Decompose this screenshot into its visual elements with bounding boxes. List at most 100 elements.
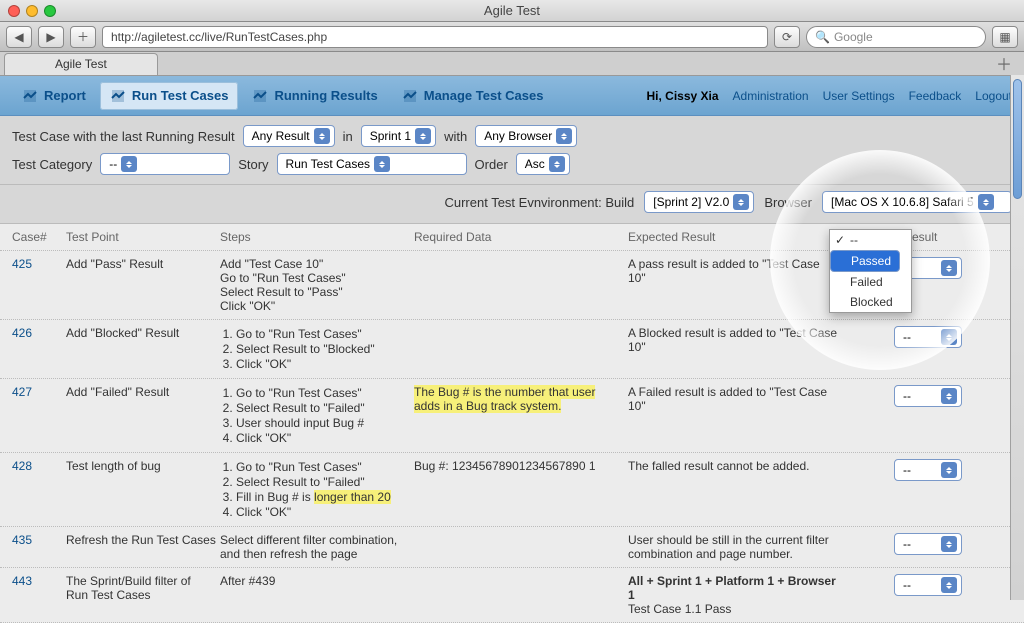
table-row: 435 Refresh the Run Test Cases Select diff… (0, 527, 1024, 568)
close-window-icon[interactable] (8, 5, 20, 17)
actual-result-select[interactable]: -- (894, 459, 962, 481)
actual-result-cell: -- (842, 533, 962, 555)
zoom-window-icon[interactable] (44, 5, 56, 17)
forward-button[interactable]: ▶ (38, 26, 64, 48)
test-point: Refresh the Run Test Cases (66, 533, 216, 547)
case-link[interactable]: 427 (12, 385, 62, 399)
welcome-text: Hi, Cissy Xia (646, 89, 718, 103)
col-required: Required Data (414, 230, 624, 244)
address-bar[interactable]: http://agiletest.cc/live/RunTestCases.ph… (102, 26, 768, 48)
case-link[interactable]: 426 (12, 326, 62, 340)
window-title: Agile Test (484, 3, 540, 18)
dropdown-option[interactable]: -- (830, 230, 911, 250)
browser-toolbar: ◀ ▶ ＋ http://agiletest.cc/live/RunTestCa… (0, 22, 1024, 52)
filter-label: Test Case with the last Running Result (12, 129, 235, 144)
result-filter-select[interactable]: Any Result (243, 125, 335, 147)
app-nav: ReportRun Test CasesRunning ResultsManag… (0, 76, 1024, 116)
chevron-updown-icon (374, 156, 390, 172)
test-point: Add "Pass" Result (66, 257, 216, 271)
steps-cell: Go to "Run Test Cases"Select Result to "… (220, 385, 410, 446)
dropdown-option[interactable]: Passed (830, 250, 900, 272)
actual-result-cell: -- (842, 385, 962, 407)
table-row: 428Test length of bugGo to "Run Test Cas… (0, 453, 1024, 527)
actual-result-select[interactable]: -- (894, 574, 962, 596)
actual-result-select[interactable]: -- (894, 385, 962, 407)
nav-manage-test-cases[interactable]: Manage Test Cases (392, 82, 554, 110)
sprint-filter-select[interactable]: Sprint 1 (361, 125, 436, 147)
env-browser-select[interactable]: [Mac OS X 10.6.8] Safari 5 (822, 191, 1012, 213)
add-bookmark-button[interactable]: ＋ (70, 26, 96, 48)
category-filter-select[interactable]: -- (100, 153, 230, 175)
browser-tab[interactable]: Agile Test (4, 53, 158, 75)
expected-cell: The falled result cannot be added. (628, 459, 838, 473)
browser-tabbar: Agile Test ＋ (0, 52, 1024, 76)
chevron-updown-icon (121, 156, 137, 172)
back-button[interactable]: ◀ (6, 26, 32, 48)
window-traffic-lights[interactable] (8, 5, 56, 17)
table-row: 443 The Sprint/Build filter of Run Test C… (0, 568, 1024, 623)
case-link[interactable]: 425 (12, 257, 62, 271)
chevron-updown-icon (978, 194, 994, 210)
window-titlebar: Agile Test (0, 0, 1024, 22)
minimize-window-icon[interactable] (26, 5, 38, 17)
expected-cell: A Failed result is added to "Test Case 1… (628, 385, 838, 413)
order-filter-select[interactable]: Asc (516, 153, 570, 175)
nav-icon (252, 88, 268, 104)
actual-result-dropdown-menu[interactable]: --PassedFailedBlocked (829, 229, 912, 313)
chevron-updown-icon (941, 577, 957, 593)
nav-report[interactable]: Report (12, 82, 96, 110)
actual-result-select[interactable]: -- (894, 533, 962, 555)
chevron-updown-icon (556, 128, 572, 144)
table-row: 427 Add "Failed" Result Go to "Run Test Ca… (0, 379, 1024, 453)
test-point: Add "Failed" Result (66, 385, 216, 399)
nav-link-user-settings[interactable]: User Settings (823, 89, 895, 103)
nav-icon (22, 88, 38, 104)
actual-result-cell: -- (842, 459, 962, 481)
case-link[interactable]: 435 (12, 533, 62, 547)
test-point: Add "Blocked" Result (66, 326, 216, 340)
nav-link-logout[interactable]: Logout (975, 89, 1012, 103)
browser-search-field[interactable]: 🔍 Google (806, 26, 986, 48)
steps-cell: Add "Test Case 10"Go to "Run Test Cases"… (220, 257, 410, 313)
nav-link-feedback[interactable]: Feedback (909, 89, 962, 103)
case-link[interactable]: 428 (12, 459, 62, 473)
expected-cell: All + Sprint 1 + Platform 1 + Browser 1T… (628, 574, 838, 616)
build-select[interactable]: [Sprint 2] V2.0 (644, 191, 754, 213)
chevron-updown-icon (941, 536, 957, 552)
chevron-updown-icon (941, 329, 957, 345)
chevron-updown-icon (549, 156, 565, 172)
vertical-scrollbar[interactable] (1010, 75, 1024, 600)
dropdown-option[interactable]: Failed (830, 272, 911, 292)
nav-icon (402, 88, 418, 104)
case-link[interactable]: 443 (12, 574, 62, 588)
col-testpoint: Test Point (66, 230, 216, 244)
nav-run-test-cases[interactable]: Run Test Cases (100, 82, 239, 110)
chevron-updown-icon (941, 388, 957, 404)
filter-panel: Test Case with the last Running Result A… (0, 116, 1024, 185)
chevron-updown-icon (941, 260, 957, 276)
chevron-updown-icon (941, 462, 957, 478)
steps-cell: Go to "Run Test Cases"Select Result to "… (220, 459, 410, 520)
actual-result-cell: -- (842, 326, 962, 348)
nav-link-administration[interactable]: Administration (733, 89, 809, 103)
new-tab-button[interactable]: ＋ (990, 51, 1018, 75)
reload-button[interactable]: ⟳ (774, 26, 800, 48)
browser-filter-select[interactable]: Any Browser (475, 125, 577, 147)
col-case: Case# (12, 230, 62, 244)
col-steps: Steps (220, 230, 410, 244)
steps-cell: Go to "Run Test Cases"Select Result to "… (220, 326, 410, 372)
actual-result-select[interactable]: -- (894, 326, 962, 348)
test-point: The Sprint/Build filter of Run Test Case… (66, 574, 216, 602)
table-row: 426 Add "Blocked" Result Go to "Run Test C… (0, 320, 1024, 379)
expected-cell: User should be still in the current filt… (628, 533, 838, 561)
scrollbar-thumb[interactable] (1013, 79, 1022, 199)
nav-running-results[interactable]: Running Results (242, 82, 387, 110)
chevron-updown-icon (314, 128, 330, 144)
nav-icon (110, 88, 126, 104)
dropdown-option[interactable]: Blocked (830, 292, 911, 312)
required-cell: Bug #: 12345678901234567890 1 (414, 459, 624, 473)
steps-cell: Select different filter combination, and… (220, 533, 410, 561)
story-filter-select[interactable]: Run Test Cases (277, 153, 467, 175)
actual-result-cell: -- (842, 574, 962, 596)
page-menu-button[interactable]: ▦ (992, 26, 1018, 48)
